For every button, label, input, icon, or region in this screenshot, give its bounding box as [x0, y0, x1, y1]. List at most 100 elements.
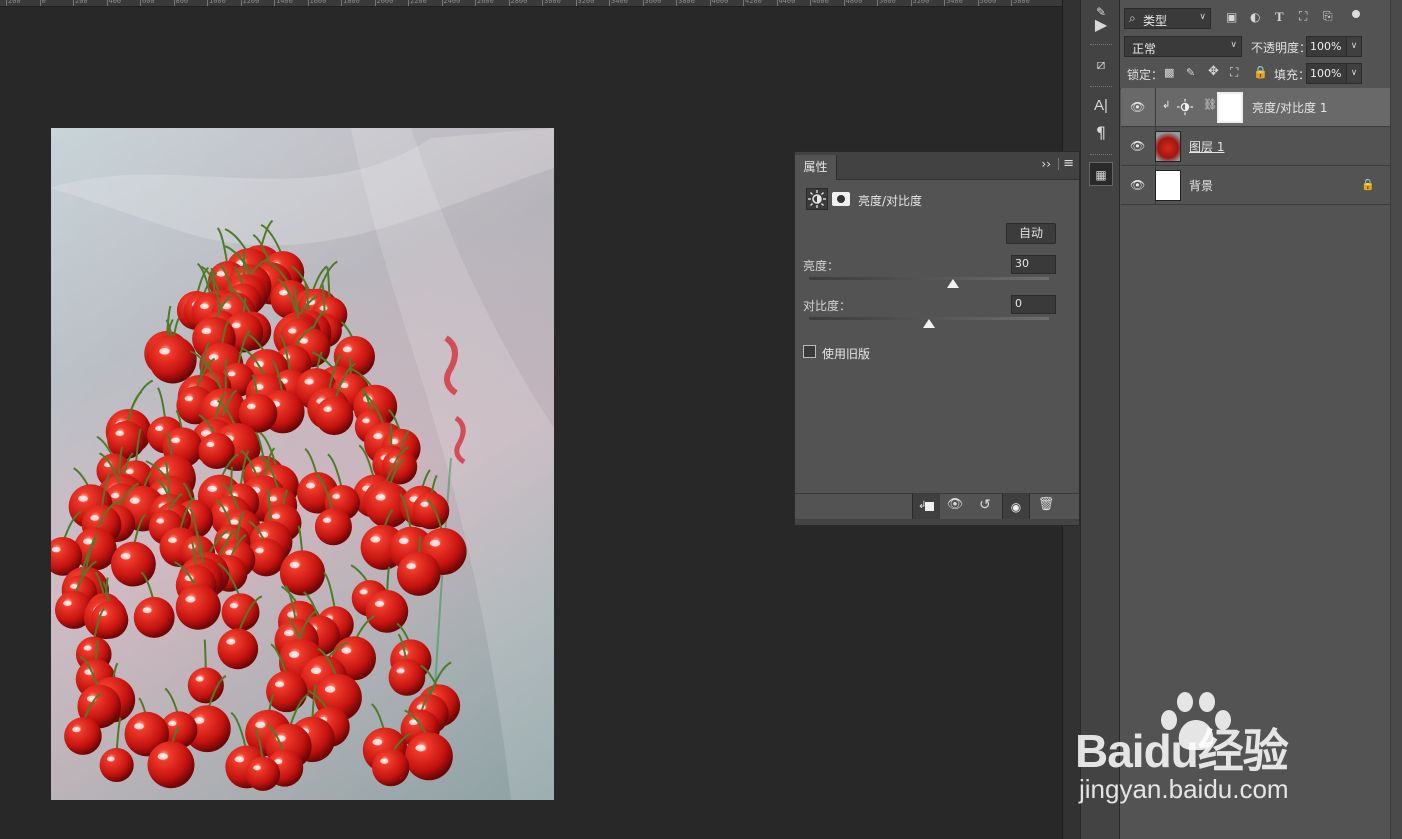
contrast-input[interactable]: 0 — [1011, 295, 1056, 314]
paragraph-icon[interactable]: ¶ — [1089, 121, 1113, 145]
brightness-input[interactable]: 30 — [1011, 255, 1056, 274]
fill-dropdown-icon[interactable]: ∨ — [1346, 63, 1362, 84]
ruler-tick-mark — [6, 0, 7, 6]
cherry — [64, 717, 102, 755]
clip-to-layer-button[interactable]: ↲ — [912, 494, 940, 520]
auto-button[interactable]: 自动 — [1006, 223, 1056, 244]
blend-mode-dropdown[interactable]: 正常 ∨ — [1124, 36, 1242, 57]
panel-grip[interactable] — [1090, 154, 1112, 156]
toggle-visibility-icon[interactable]: ◉ — [1002, 494, 1030, 520]
filter-smartobject-icon[interactable]: ⎘ — [1323, 9, 1333, 24]
ruler-tick-mark — [475, 0, 476, 6]
reset-icon[interactable]: ↺ — [972, 497, 998, 517]
ruler-tick-mark — [173, 0, 175, 6]
lock-all-icon[interactable]: 🔒 — [1253, 65, 1268, 79]
ruler-tick-mark — [39, 0, 41, 6]
layer-thumbnail[interactable] — [1155, 170, 1181, 201]
cherry-highlight — [406, 563, 416, 570]
ruler-tick-mark — [575, 0, 577, 6]
ruler-tick-mark — [977, 0, 979, 6]
brush-settings-icon[interactable]: ⧄ — [1089, 53, 1113, 77]
ruler-tick-label: 3400 — [611, 0, 628, 5]
cherry-highlight — [90, 515, 99, 521]
brightness-slider-track[interactable] — [809, 277, 1049, 280]
panel-grip[interactable] — [1090, 44, 1112, 46]
layer-thumbnail[interactable] — [1155, 131, 1181, 162]
cherry — [133, 596, 175, 638]
lock-position-icon[interactable]: ✥ — [1208, 64, 1219, 79]
panel-resize-handle[interactable] — [795, 519, 1079, 525]
adjustment-type-button[interactable] — [806, 188, 828, 210]
layer-filter-dropdown[interactable]: ⌕ 类型 ∨ — [1124, 8, 1211, 29]
layer-name[interactable]: 图层 1 — [1189, 138, 1224, 155]
lock-icon: 🔒 — [1361, 178, 1375, 191]
link-icon[interactable]: ⛓ — [1203, 98, 1217, 111]
ruler-tick-label: 5400 — [946, 0, 963, 5]
actions-play-icon[interactable]: ▶ — [1089, 13, 1113, 37]
ruler-tick-label: 800 — [175, 0, 189, 5]
filter-adjustment-icon[interactable]: ◐ — [1250, 10, 1260, 24]
brightness-label: 亮度： — [803, 259, 840, 273]
eye-icon[interactable]: 👁 — [1130, 100, 1145, 114]
properties-panel-icon[interactable]: ▦ — [1089, 162, 1113, 186]
cherry-highlight — [324, 686, 336, 693]
cherries-photo — [51, 128, 554, 800]
cherry — [175, 584, 221, 630]
layer-mask-thumbnail[interactable] — [1217, 92, 1243, 123]
cherry-highlight — [72, 726, 81, 733]
ruler-tick-mark — [743, 0, 744, 6]
ruler-tick-mark — [676, 0, 677, 6]
cherry-highlight — [342, 346, 352, 353]
filter-type-icon[interactable]: T — [1275, 9, 1284, 25]
lock-pixels-icon[interactable]: ✎ — [1186, 66, 1195, 79]
collapse-icon[interactable]: ›› — [1041, 157, 1051, 171]
trash-icon[interactable]: 🗑 — [1033, 497, 1059, 517]
ruler-tick-mark — [1011, 0, 1012, 6]
fill-field[interactable]: 100% ∨ — [1306, 63, 1362, 84]
watermark-brand: Baidu经验 — [1075, 725, 1289, 777]
eye-icon[interactable]: 👁 — [1130, 178, 1145, 192]
filter-toggle-icon[interactable] — [1352, 10, 1360, 18]
layer-row-image[interactable]: 👁 图层 1 — [1121, 127, 1390, 166]
panel-grip[interactable] — [1090, 86, 1112, 88]
cherry-highlight — [322, 517, 332, 523]
ruler-tick-mark — [843, 0, 845, 6]
layer-row-background[interactable]: 👁 背景 🔒 — [1121, 166, 1390, 205]
layer-name[interactable]: 亮度/对比度 1 — [1252, 99, 1328, 116]
properties-footer: ↲ 👁 ↺ ◉ 🗑 — [795, 493, 1079, 520]
cherry-highlight — [201, 328, 212, 335]
filter-shape-icon[interactable]: ⛶ — [1299, 9, 1307, 24]
cherry-highlight — [341, 647, 352, 654]
ruler-tick-mark — [341, 0, 342, 6]
character-icon[interactable]: A| — [1089, 94, 1113, 118]
opacity-field[interactable]: 100% ∨ — [1306, 36, 1362, 57]
lock-transparent-icon[interactable]: ▩ — [1164, 66, 1174, 79]
cherry-highlight — [323, 406, 332, 412]
horizontal-ruler[interactable]: 200 0 200 400 600 800 1000 1200 1400 1600 1800 2000… — [0, 0, 1062, 7]
ruler-tick-label: 2200 — [410, 0, 427, 5]
mask-icon[interactable] — [832, 192, 850, 206]
fill-value: 100% — [1310, 67, 1342, 80]
cherry-highlight — [305, 482, 316, 489]
view-previous-state-icon[interactable]: 👁 — [942, 497, 968, 517]
cherry-highlight — [156, 518, 165, 524]
legacy-checkbox[interactable] — [803, 345, 816, 358]
layer-name[interactable]: 背景 — [1189, 177, 1213, 194]
ruler-tick-mark — [307, 0, 309, 6]
blend-mode-label: 正常 — [1132, 42, 1157, 56]
tab-properties[interactable]: 属性 — [795, 155, 837, 180]
fill-label: 填充： — [1274, 68, 1311, 82]
cherry-highlight — [380, 758, 389, 764]
opacity-dropdown-icon[interactable]: ∨ — [1346, 36, 1362, 57]
eye-icon[interactable]: 👁 — [1130, 139, 1145, 153]
lock-artboard-icon[interactable]: ⛶ — [1230, 65, 1238, 80]
layer-row-brightness-contrast[interactable]: 👁 ↲ ⛓ 亮度/对比度 1 — [1121, 88, 1390, 127]
legacy-checkbox-label: 使用旧版 — [822, 347, 871, 361]
filter-image-icon[interactable]: ▣ — [1226, 10, 1237, 24]
cherry — [110, 541, 156, 587]
panel-menu-icon[interactable]: ≡ — [1063, 156, 1074, 171]
cherry-highlight — [206, 441, 215, 448]
cherry-highlight — [120, 553, 131, 560]
ruler-tick-mark — [274, 0, 275, 6]
cherry-highlight — [157, 753, 168, 760]
